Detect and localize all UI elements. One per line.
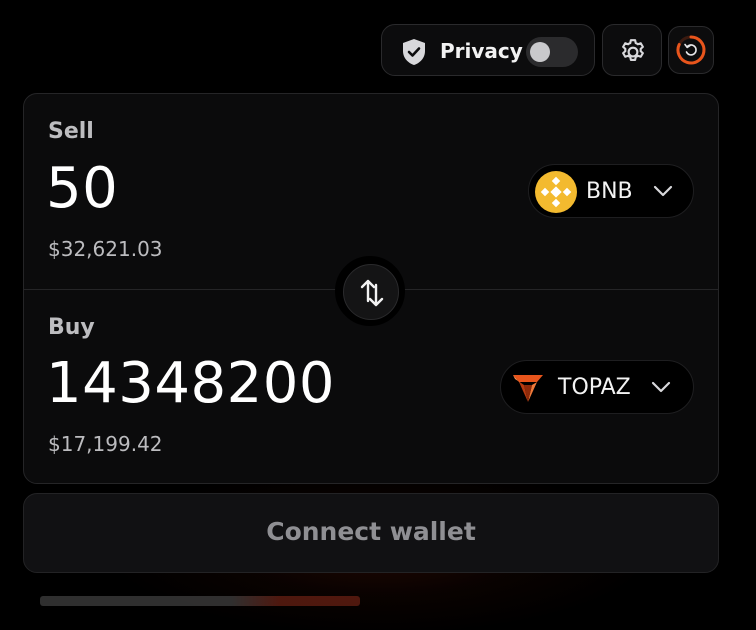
- settings-button[interactable]: [602, 24, 662, 76]
- buy-amount-output: 14348200: [46, 351, 336, 416]
- buy-label: Buy: [48, 315, 95, 340]
- buy-token-symbol: TOPAZ: [558, 375, 631, 400]
- refresh-timer-icon: [676, 35, 706, 65]
- swap-card: Sell 50 $32,621.03 BNB Buy 14348200 $17,…: [23, 93, 719, 484]
- chevron-down-icon: [651, 381, 671, 393]
- buy-usd-value: $17,199.42: [48, 432, 163, 456]
- top-toolbar: Privacy: [0, 24, 756, 78]
- sell-token-symbol: BNB: [586, 179, 633, 204]
- buy-token-selector[interactable]: TOPAZ: [500, 360, 694, 414]
- privacy-switch[interactable]: [526, 37, 578, 67]
- privacy-switch-knob: [530, 42, 550, 62]
- swap-direction-inner: [343, 264, 399, 320]
- privacy-label: Privacy: [440, 39, 523, 63]
- sell-token-selector[interactable]: BNB: [528, 164, 694, 218]
- chevron-down-icon: [653, 185, 673, 197]
- sell-label: Sell: [48, 119, 94, 144]
- cut-off-footer-text: [40, 596, 360, 606]
- swap-direction-button[interactable]: [335, 256, 405, 326]
- privacy-toggle-control[interactable]: Privacy: [381, 24, 595, 76]
- connect-wallet-label: Connect wallet: [266, 517, 476, 546]
- sell-usd-value: $32,621.03: [48, 237, 163, 261]
- refresh-button[interactable]: [668, 26, 714, 74]
- swap-arrows-icon: [360, 279, 384, 307]
- topaz-logo-icon: [511, 370, 545, 408]
- shield-check-icon: [401, 38, 427, 66]
- connect-wallet-button[interactable]: Connect wallet: [23, 493, 719, 573]
- gear-icon: [622, 39, 644, 61]
- sell-amount-input[interactable]: 50: [46, 156, 118, 221]
- bnb-logo-icon: [535, 171, 577, 217]
